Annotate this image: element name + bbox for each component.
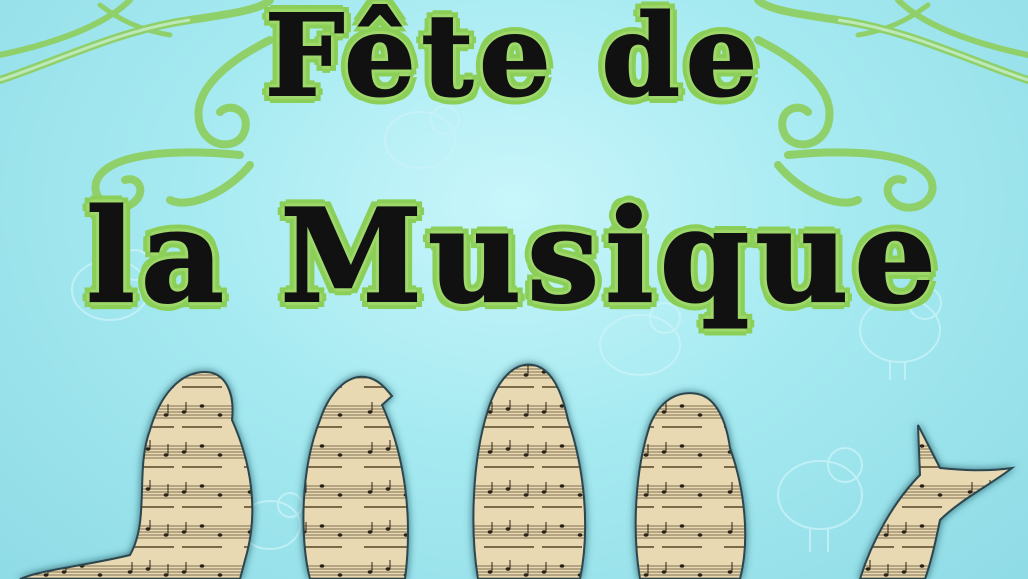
sheet-music-bird-3 [472, 363, 587, 579]
sheet-music-birds [19, 363, 1016, 579]
poster: Fête de la Musique [0, 0, 1028, 579]
sheet-music-bird-2 [302, 375, 409, 579]
sheet-music-bird-4 [634, 392, 747, 579]
sheet-music-bird-5 [858, 424, 1016, 579]
sheet-music-bird-1 [19, 370, 254, 579]
